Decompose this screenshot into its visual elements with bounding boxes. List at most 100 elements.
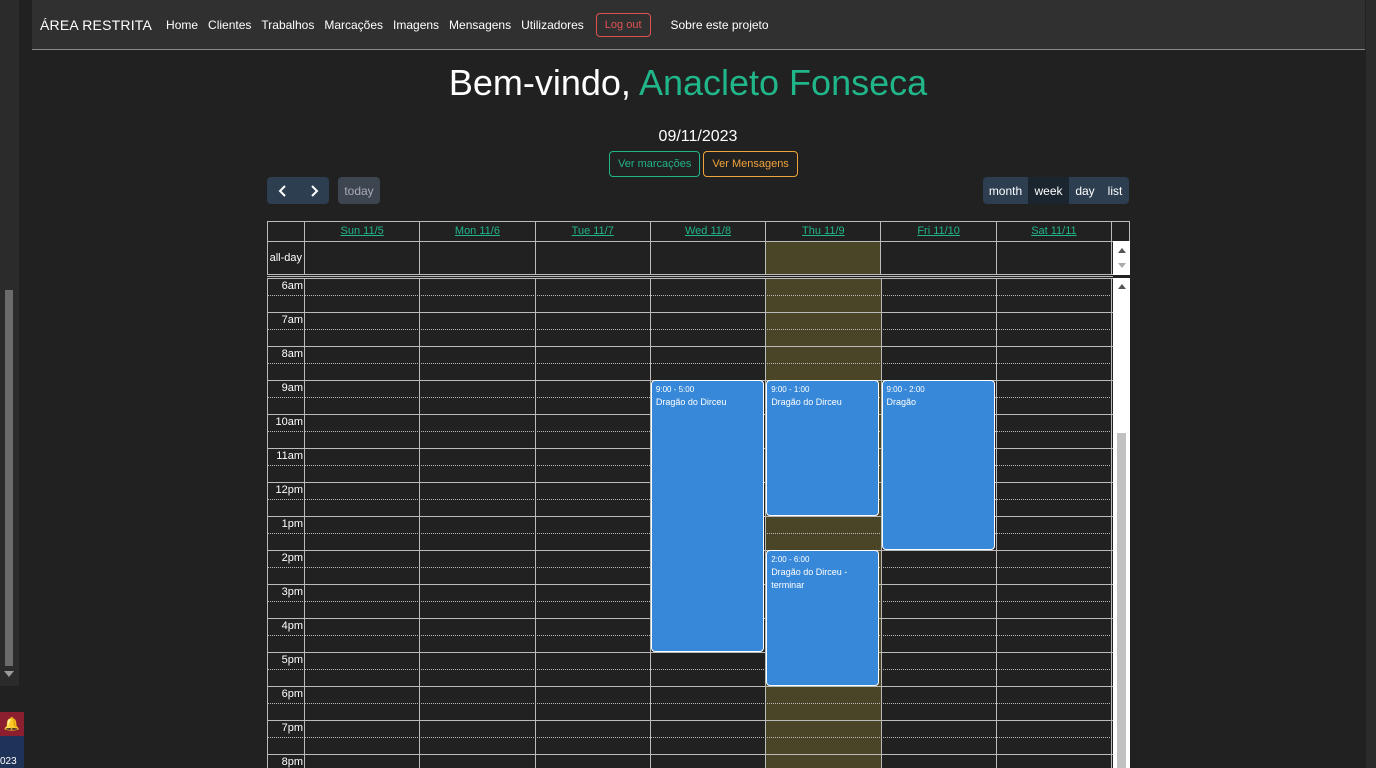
time-label: 6pm: [281, 688, 303, 700]
allday-cell[interactable]: [997, 242, 1113, 274]
view-month-button[interactable]: month: [983, 177, 1028, 204]
time-slot-row[interactable]: 8am: [268, 346, 1114, 380]
time-grid-scrollbar[interactable]: [1113, 278, 1130, 768]
allday-cell[interactable]: [420, 242, 536, 274]
half-hour-line: [305, 737, 1114, 738]
day-column-divider: [649, 278, 651, 768]
allday-scrollbar[interactable]: [1113, 241, 1130, 275]
view-list-button[interactable]: list: [1101, 177, 1129, 204]
scroll-down-icon[interactable]: [1118, 263, 1126, 268]
calendar-event[interactable]: 9:00 - 5:00 Dragão do Dirceu: [651, 381, 764, 651]
today-button[interactable]: today: [338, 177, 380, 204]
allday-label: all-day: [268, 242, 305, 274]
nav-imagens[interactable]: Imagens: [393, 18, 439, 32]
time-label: 8am: [281, 348, 303, 360]
page-scrollbar[interactable]: [1366, 0, 1376, 768]
day-header-fri[interactable]: Fri 11/10: [881, 222, 997, 241]
time-label: 10am: [275, 416, 303, 428]
half-hour-axis-line: [268, 703, 305, 704]
bell-icon[interactable]: 🔔: [0, 712, 24, 736]
day-column-divider: [765, 278, 767, 768]
view-appointments-button[interactable]: Ver marcações: [609, 151, 701, 177]
next-button[interactable]: [298, 177, 329, 204]
time-slot-row[interactable]: 6pm: [268, 686, 1114, 720]
left-scrollbar-thumb[interactable]: [5, 290, 13, 666]
calendar-event[interactable]: 2:00 - 6:00 Dragão do Dirceu - terminar: [767, 551, 879, 685]
calendar-nav-group: [267, 177, 329, 205]
day-header-thu[interactable]: Thu 11/9: [766, 222, 882, 241]
event-time: 9:00 - 5:00: [655, 385, 695, 394]
time-label: 7pm: [281, 722, 303, 734]
nav-about[interactable]: Sobre este projeto: [671, 18, 769, 32]
welcome-heading: Bem-vindo, Anacleto Fonseca: [0, 62, 1376, 104]
current-date: 09/11/2023: [658, 128, 738, 145]
event-time: 2:00 - 6:00: [771, 555, 810, 564]
time-slot-row[interactable]: 7am: [268, 312, 1114, 346]
day-header-tue[interactable]: Tue 11/7: [536, 222, 651, 241]
header-axis: [268, 222, 305, 241]
calendar-event[interactable]: 9:00 - 1:00 Dragão do Dirceu: [767, 381, 879, 515]
day-column-divider: [880, 278, 882, 768]
time-slot-row[interactable]: 5pm: [268, 652, 1114, 686]
view-messages-button[interactable]: Ver Mensagens: [703, 151, 798, 177]
day-column-divider: [995, 278, 997, 768]
half-hour-axis-line: [268, 295, 305, 296]
time-label: 2pm: [281, 552, 303, 564]
time-slot-row[interactable]: 8pm: [268, 754, 1114, 768]
calendar-header-row: Sun 11/5 Mon 11/6 Tue 11/7 Wed 11/8 Thu …: [267, 221, 1130, 241]
time-slot-row[interactable]: 6am: [268, 278, 1114, 312]
time-slot-row[interactable]: 7pm: [268, 720, 1114, 754]
day-column-divider: [1111, 278, 1113, 768]
time-label: 6am: [281, 280, 303, 292]
prev-button[interactable]: [267, 177, 298, 204]
event-title: Dragão: [886, 397, 917, 407]
half-hour-line: [305, 703, 1114, 704]
day-column-divider: [419, 278, 421, 768]
allday-cell[interactable]: [305, 242, 421, 274]
view-day-button[interactable]: day: [1069, 177, 1101, 204]
time-label: 1pm: [281, 518, 303, 530]
half-hour-axis-line: [268, 635, 305, 636]
today-group: today: [338, 177, 380, 205]
time-label: 9am: [281, 382, 303, 394]
day-header-sun[interactable]: Sun 11/5: [305, 222, 421, 241]
half-hour-axis-line: [268, 737, 305, 738]
nav-home[interactable]: Home: [166, 18, 198, 32]
scroll-up-icon[interactable]: [1118, 284, 1126, 289]
nav-marcacoes[interactable]: Marcações: [324, 18, 383, 32]
chevron-right-icon: [310, 184, 318, 197]
time-label: 8pm: [281, 756, 303, 768]
nav-mensagens[interactable]: Mensagens: [449, 18, 511, 32]
view-switcher: month week day list: [983, 177, 1129, 205]
half-hour-line: [305, 363, 1114, 364]
half-hour-axis-line: [268, 329, 305, 330]
day-header-sat[interactable]: Sat 11/11: [997, 222, 1113, 241]
nav-clientes[interactable]: Clientes: [208, 18, 251, 32]
day-header-wed[interactable]: Wed 11/8: [651, 222, 767, 241]
time-grid-scroll-thumb[interactable]: [1117, 433, 1126, 768]
event-title: Dragão do Dirceu - terminar: [771, 567, 848, 590]
left-scroll-down-icon[interactable]: [4, 671, 14, 677]
top-navbar: ÁREA RESTRITA Home Clientes Trabalhos Ma…: [32, 0, 1365, 50]
nav-trabalhos[interactable]: Trabalhos: [261, 18, 314, 32]
half-hour-line: [305, 295, 1114, 296]
allday-divider: [267, 274, 1113, 277]
allday-cell-today[interactable]: [766, 242, 882, 274]
nav-utilizadores[interactable]: Utilizadores: [521, 18, 584, 32]
action-buttons: Ver marcações Ver Mensagens: [609, 151, 798, 177]
allday-cell[interactable]: [881, 242, 997, 274]
allday-cell[interactable]: [536, 242, 651, 274]
brand[interactable]: ÁREA RESTRITA: [40, 17, 152, 33]
logout-button[interactable]: Log out: [595, 12, 651, 37]
allday-cell[interactable]: [651, 242, 767, 274]
scroll-up-icon[interactable]: [1118, 248, 1126, 253]
half-hour-axis-line: [268, 431, 305, 432]
day-header-mon[interactable]: Mon 11/6: [420, 222, 536, 241]
calendar-event[interactable]: 9:00 - 2:00 Dragão: [882, 381, 994, 549]
event-time: 9:00 - 1:00: [771, 385, 810, 394]
allday-row: all-day: [267, 241, 1130, 275]
half-hour-axis-line: [268, 397, 305, 398]
half-hour-line: [305, 669, 1114, 670]
half-hour-axis-line: [268, 567, 305, 568]
view-week-button[interactable]: week: [1028, 177, 1069, 204]
